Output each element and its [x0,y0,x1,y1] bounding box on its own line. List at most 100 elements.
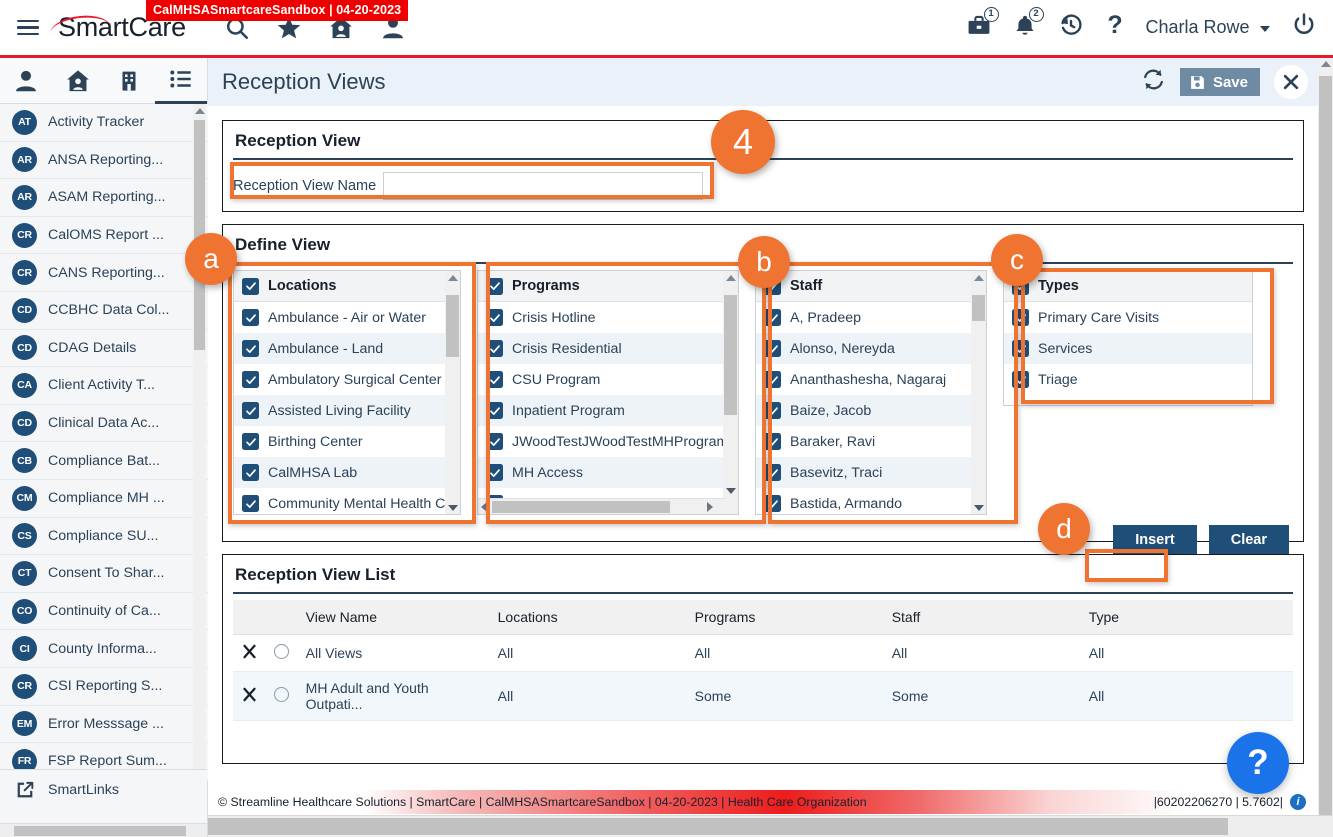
list-item[interactable]: Bastida, Armando [756,488,986,514]
item-checkbox[interactable] [486,433,503,450]
item-checkbox[interactable] [242,495,259,512]
item-checkbox[interactable] [764,309,781,326]
sidebar-item-smartlinks[interactable]: SmartLinks [0,769,207,809]
hscroll-thumb[interactable] [492,501,670,513]
sidebar-item-county-informa[interactable]: CI County Informa... [0,630,208,668]
list-item[interactable]: Assisted Living Facility [234,395,460,426]
sidebar-item-client-activity-t[interactable]: CA Client Activity T... [0,367,208,405]
sidebar-item-compliance-bat[interactable]: CB Compliance Bat... [0,442,208,480]
item-checkbox[interactable] [764,402,781,419]
hscroll-left-icon[interactable] [481,502,487,512]
question-icon[interactable]: ? [1105,11,1125,43]
sidebar-item-compliance-mh[interactable]: CM Compliance MH ... [0,479,208,518]
listbox-programs-scrollbar[interactable] [723,271,738,514]
clear-button[interactable]: Clear [1208,525,1289,555]
list-item[interactable]: MH Access [478,457,738,488]
list-item[interactable]: Basevitz, Traci [756,457,986,488]
item-checkbox[interactable] [242,433,259,450]
scroll-up-icon[interactable] [448,275,458,281]
item-checkbox[interactable] [764,340,781,357]
scroll-down-icon[interactable] [448,505,458,511]
list-item[interactable]: Community Mental Health Cent... [234,488,460,514]
close-button[interactable] [1274,65,1308,99]
power-icon[interactable] [1291,12,1317,43]
page-hscroll-thumb[interactable] [208,818,1228,835]
sidebar-scroll-up-icon[interactable] [195,108,205,117]
list-item[interactable]: A, Pradeep [756,302,986,333]
sidebar-item-consent-to-shar[interactable]: CT Consent To Shar... [0,555,208,593]
listbox-locations-scrollbar[interactable] [445,271,460,514]
info-icon[interactable]: i [1290,794,1306,810]
delete-row-icon[interactable] [241,644,258,663]
scroll-up-icon[interactable] [974,275,984,281]
sidebar-tab-person[interactable] [0,58,52,104]
delete-row-icon[interactable] [241,687,258,706]
sidebar-tab-list[interactable] [155,58,207,104]
help-button[interactable]: ? [1227,732,1289,794]
list-item[interactable]: CSU Program [478,364,738,395]
page-scroll-thumb[interactable] [1319,76,1332,816]
sidebar-item-ansa-reporting[interactable]: AR ANSA Reporting... [0,141,208,180]
scroll-down-icon[interactable] [726,488,736,494]
history-icon[interactable] [1058,12,1084,43]
sidebar-item-cdag-details[interactable]: CD CDAG Details [0,329,208,368]
item-checkbox[interactable] [242,464,259,481]
hamburger-menu-icon[interactable] [10,10,46,46]
list-item[interactable]: Baraker, Ravi [756,426,986,457]
select-all-checkbox-locations[interactable] [242,277,259,295]
username-menu[interactable]: Charla Rowe [1146,17,1270,38]
table-row[interactable]: MH Adult and Youth Outpati... All Some Some… [233,671,1293,721]
sidebar-item-ccbhc-data-col[interactable]: CD CCBHC Data Col... [0,291,208,330]
sidebar-item-continuity-of-ca[interactable]: CO Continuity of Ca... [0,592,208,631]
sidebar-hscroll-thumb[interactable] [14,826,186,836]
page-scroll-up-icon[interactable] [1321,61,1331,67]
list-item[interactable]: Triage [1004,364,1252,395]
listbox-programs-hscrollbar[interactable] [478,498,725,514]
sidebar-scrollbar[interactable] [193,104,206,792]
list-item[interactable]: Birthing Center [234,426,460,457]
scroll-thumb[interactable] [972,295,985,321]
briefcase-icon[interactable]: 1 [966,6,999,43]
list-item[interactable]: Primary Care Visits [1004,302,1252,333]
sidebar-item-error-messsage[interactable]: EM Error Messsage ... [0,705,208,744]
scroll-down-icon[interactable] [974,505,984,511]
item-checkbox[interactable] [242,371,259,388]
list-item[interactable]: Inpatient Program [478,395,738,426]
scroll-thumb[interactable] [446,295,459,357]
row-radio-button[interactable] [274,644,290,659]
item-checkbox[interactable] [486,402,503,419]
list-item[interactable]: CalMHSA Lab [234,457,460,488]
refresh-icon[interactable] [1141,67,1166,97]
sidebar-horizontal-scrollbar[interactable] [0,823,207,837]
scroll-up-icon[interactable] [726,275,736,281]
list-item[interactable]: Baize, Jacob [756,395,986,426]
sidebar-tab-building[interactable] [104,58,156,104]
item-checkbox[interactable] [242,340,259,357]
hscroll-right-icon[interactable] [707,502,713,512]
sidebar-item-cans-reporting[interactable]: CR CANS Reporting... [0,254,208,292]
list-item[interactable]: Alonso, Nereyda [756,333,986,364]
sidebar-item-csi-reporting-s[interactable]: CR CSI Reporting S... [0,667,208,706]
list-item[interactable]: Ambulance - Air or Water [234,302,460,333]
item-checkbox[interactable] [486,340,503,357]
sidebar-tab-home[interactable] [52,58,104,104]
item-checkbox[interactable] [764,464,781,481]
item-checkbox[interactable] [242,402,259,419]
scroll-thumb[interactable] [724,295,737,415]
list-item[interactable]: Services [1004,333,1252,364]
list-item[interactable]: JWoodTestJWoodTestMHProgramN [478,426,738,457]
sidebar-item-caloms-report[interactable]: CR CalOMS Report ... [0,216,208,255]
list-item[interactable]: Ananthashesha, Nagaraj [756,364,986,395]
listbox-staff-scrollbar[interactable] [971,271,986,514]
item-checkbox[interactable] [764,371,781,388]
list-item[interactable]: Crisis Residential [478,333,738,364]
page-horizontal-scrollbar[interactable] [208,815,1333,837]
list-item[interactable]: Crisis Hotline [478,302,738,333]
bell-icon[interactable]: 2 [1013,6,1044,43]
item-checkbox[interactable] [764,433,781,450]
sidebar-item-clinical-data-ac[interactable]: CD Clinical Data Ac... [0,404,208,443]
item-checkbox[interactable] [486,464,503,481]
list-item[interactable]: Ambulance - Land [234,333,460,364]
item-checkbox[interactable] [486,371,503,388]
item-checkbox[interactable] [764,495,781,512]
